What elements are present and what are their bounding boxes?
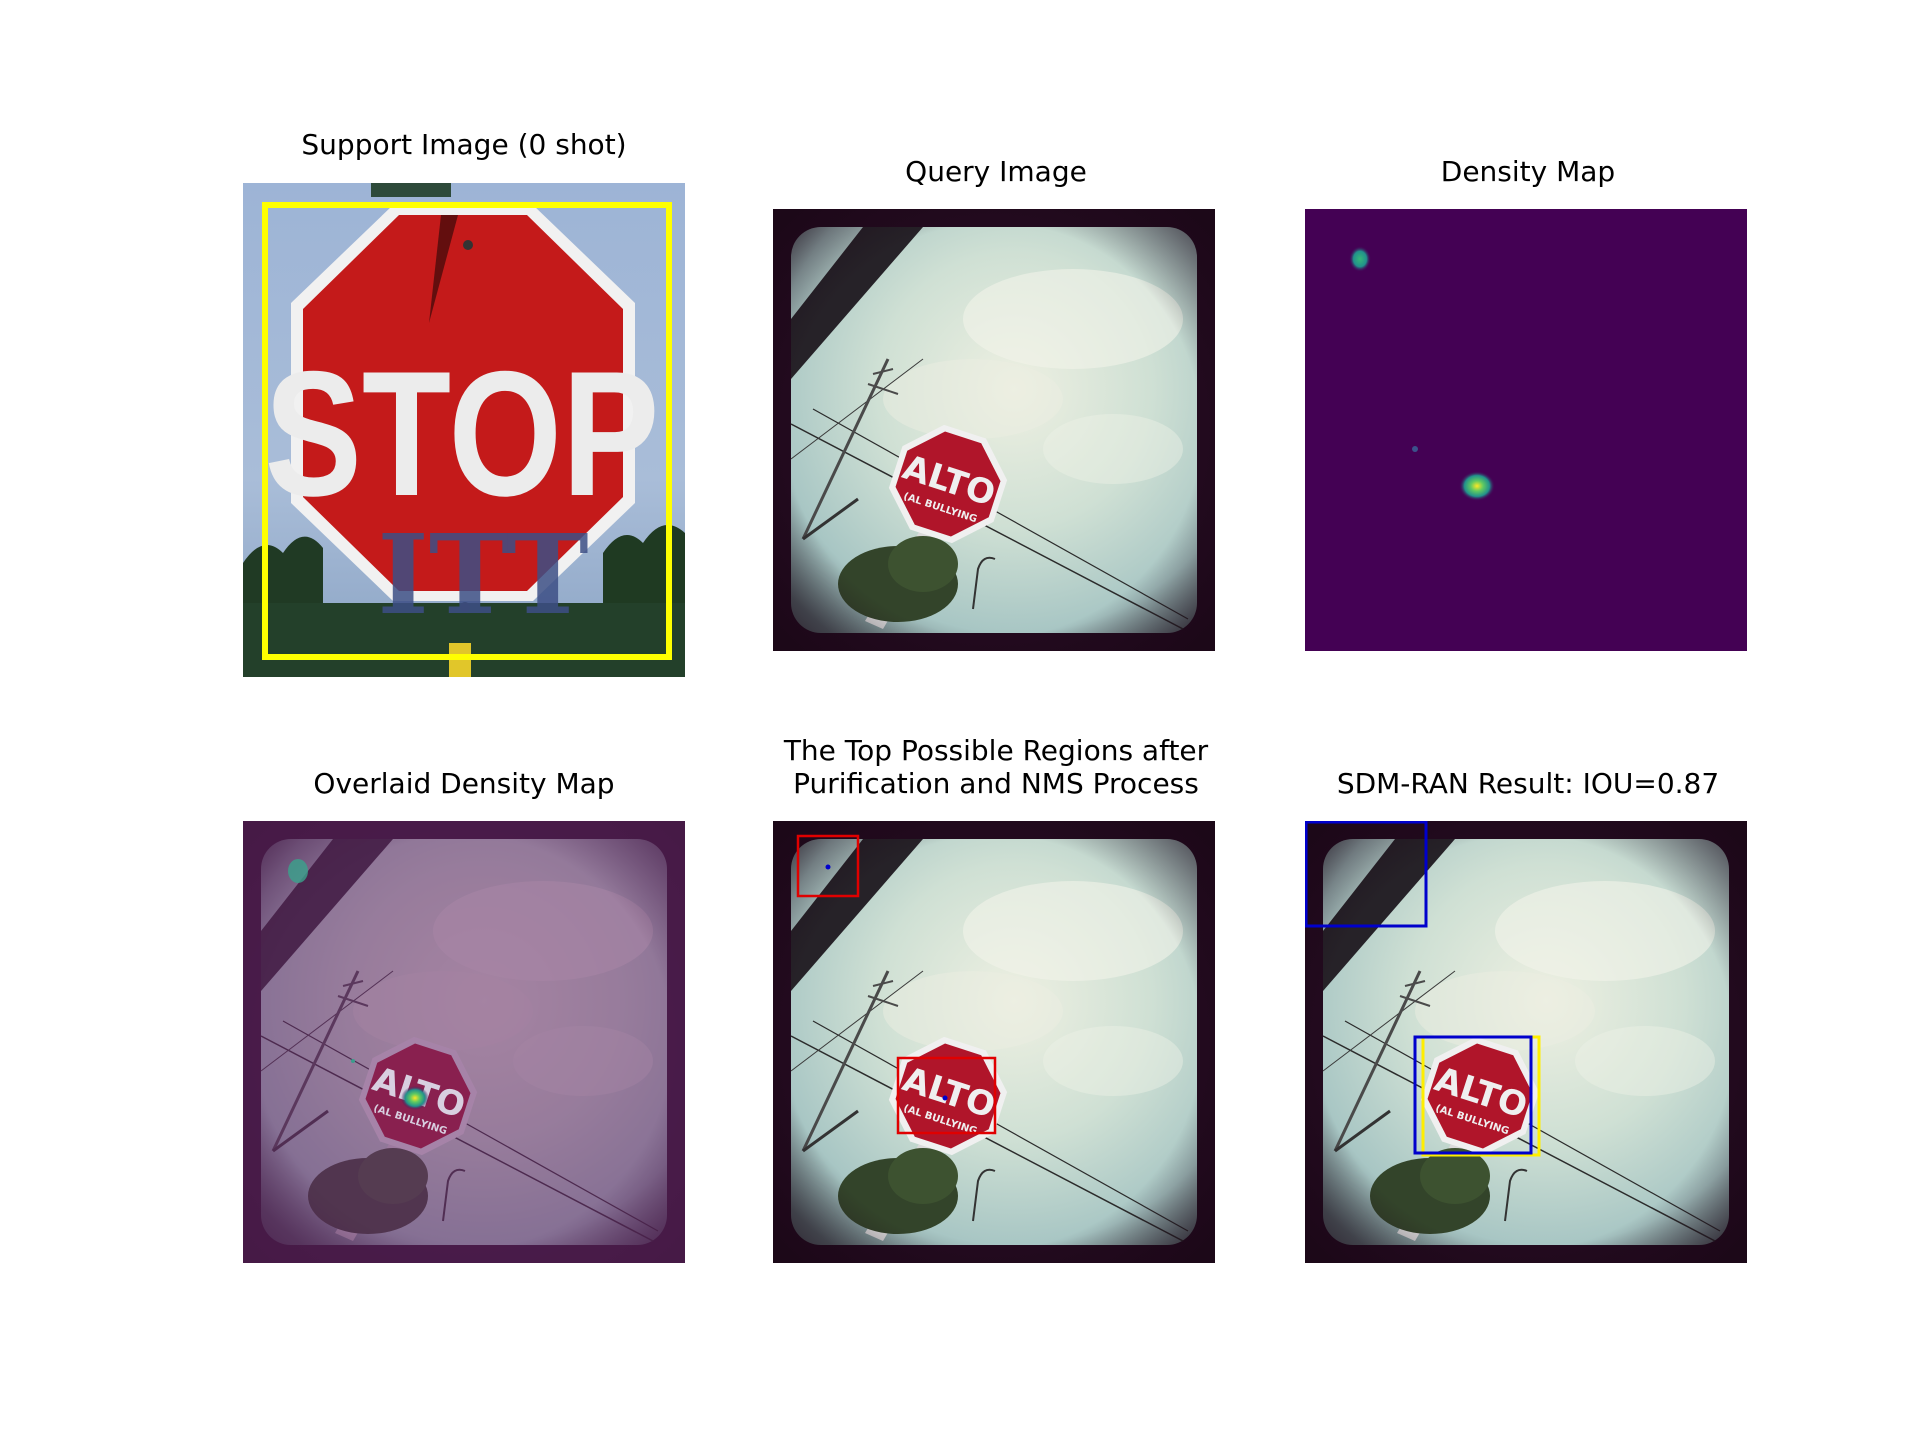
support-image: STOP ITT: [243, 183, 685, 677]
top-regions-image: ALTO (AL BULLYING: [773, 821, 1215, 1263]
stop-sign-text: STOP: [265, 335, 660, 533]
density-map-title: Density Map: [1440, 155, 1616, 188]
overlaid-density-map-title: Overlaid Density Map: [313, 767, 615, 800]
query-image-panel: ALTO (AL BULLYING: [773, 209, 1215, 651]
query-image-title: Query Image: [905, 155, 1087, 188]
overlaid-density-map: ALTO (AL BULLYING: [243, 821, 685, 1263]
graffiti-text: ITT: [377, 510, 588, 639]
sdm-ran-result-title: SDM-RAN Result: IOU=0.87: [1336, 767, 1720, 800]
density-blob-top-left: [1349, 246, 1371, 272]
density-map-panel: [1305, 209, 1747, 651]
sdm-ran-result-panel: ALTO (AL BULLYING: [1305, 821, 1747, 1263]
density-blob-main: [1459, 471, 1495, 501]
top-regions-panel: ALTO (AL BULLYING: [773, 821, 1215, 1263]
sdm-ran-result-image: ALTO (AL BULLYING: [1305, 821, 1747, 1263]
density-map: [1305, 209, 1747, 651]
query-image: ALTO (AL BULLYING: [773, 209, 1215, 651]
support-image-title: Support Image (0 shot): [301, 128, 627, 161]
density-blob-small: [1412, 446, 1418, 452]
support-image-panel: STOP ITT: [243, 183, 685, 677]
top-regions-title: The Top Possible Regions after Purificat…: [783, 734, 1209, 800]
overlaid-density-map-panel: ALTO (AL BULLYING: [243, 821, 685, 1263]
